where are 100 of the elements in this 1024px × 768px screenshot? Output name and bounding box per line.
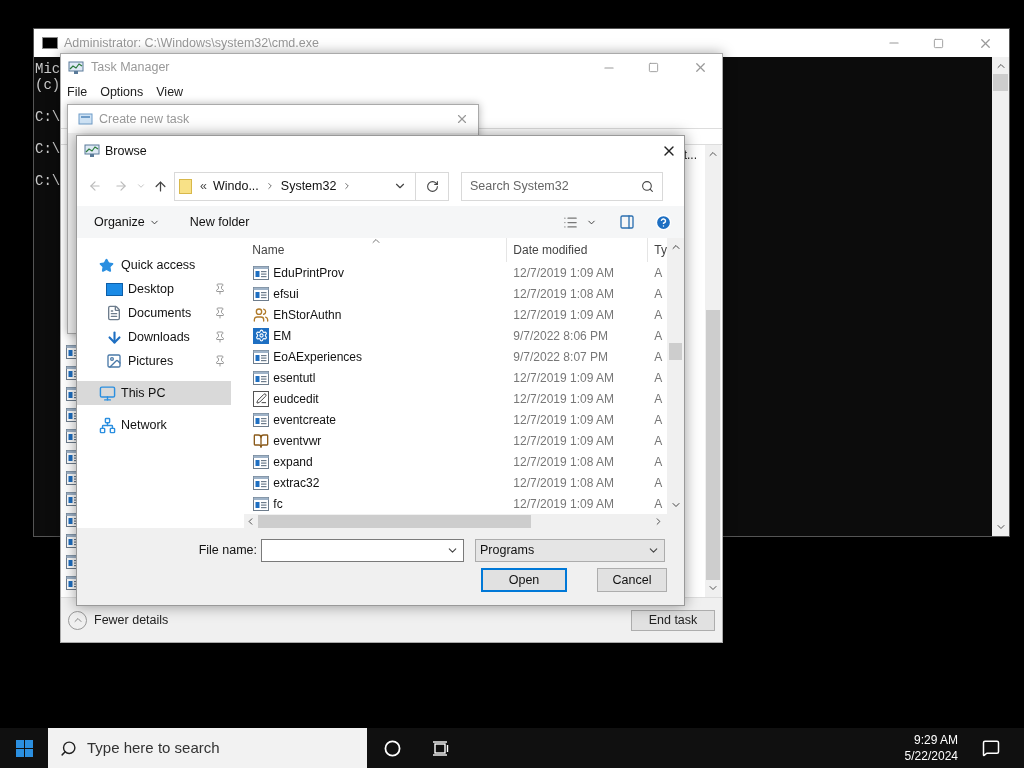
file-type-dropdown[interactable]: Programs (475, 539, 665, 562)
refresh-icon (425, 179, 439, 193)
breadcrumb-item[interactable]: System32 (280, 176, 337, 196)
notification-icon[interactable] (982, 739, 1000, 757)
fewer-details-link[interactable]: Fewer details (94, 610, 169, 630)
file-row[interactable]: eudcedit 12/7/2019 1:09 AM A (244, 388, 667, 409)
file-row[interactable]: extrac32 12/7/2019 1:08 AM A (244, 472, 667, 493)
scrollbar[interactable] (244, 514, 684, 528)
nav-item[interactable]: Documents (77, 301, 231, 325)
file-name: eudcedit (273, 390, 319, 408)
program-icon (253, 496, 270, 511)
file-date: 12/7/2019 1:09 AM (512, 306, 616, 324)
column-header[interactable]: Name (244, 241, 507, 259)
file-type: A (653, 495, 663, 513)
console-line: C:\ (35, 141, 61, 157)
column-header[interactable]: Ty (648, 241, 667, 259)
file-date: 12/7/2019 1:08 AM (512, 453, 616, 471)
scroll-thumb[interactable] (669, 343, 682, 360)
file-row[interactable]: fc 12/7/2019 1:09 AM A (244, 493, 667, 514)
file-name: EM (273, 327, 292, 345)
file-row[interactable]: esentutl 12/7/2019 1:09 AM A (244, 367, 667, 388)
menu-item[interactable]: View (156, 82, 184, 102)
windows-logo-icon[interactable] (16, 739, 33, 757)
file-name-label: File name: (197, 542, 258, 560)
dialog-button[interactable]: Cancel (597, 568, 667, 592)
task-view-icon[interactable] (432, 740, 449, 756)
file-row[interactable]: expand 12/7/2019 1:08 AM A (244, 451, 667, 472)
menu-item[interactable]: File (67, 82, 88, 102)
task-manager-icon (68, 60, 84, 75)
file-type: A (653, 411, 663, 429)
window-title: Administrator: C:\Windows\system32\cmd.exe (64, 34, 319, 52)
file-row[interactable]: EM 9/7/2022 8:06 PM A (244, 325, 667, 346)
view-options-icon[interactable] (563, 214, 578, 230)
forward-icon[interactable] (114, 179, 128, 193)
file-name: efsui (273, 285, 299, 303)
gear-icon (253, 327, 270, 344)
nav-item[interactable]: Desktop (77, 277, 231, 301)
column-header[interactable]: Date modified (507, 241, 648, 259)
recent-locations-icon[interactable] (136, 181, 146, 191)
nav-item[interactable]: Quick access (77, 253, 231, 277)
scroll-thumb[interactable] (706, 310, 720, 580)
file-name-field[interactable] (261, 539, 464, 562)
task-manager-icon (84, 144, 100, 158)
up-icon[interactable] (153, 178, 168, 194)
organize-button[interactable]: Organize (94, 212, 160, 232)
scroll-thumb[interactable] (258, 514, 532, 528)
console-line: Mic (35, 61, 61, 77)
clock-date[interactable]: 5/22/2024 (904, 748, 958, 764)
refresh-button[interactable] (416, 171, 449, 201)
scrollbar[interactable] (705, 145, 721, 597)
breadcrumb-item[interactable]: Windo... (212, 176, 259, 196)
file-type: A (653, 390, 663, 408)
clock-time[interactable]: 9:29 AM (913, 732, 958, 748)
file-row[interactable]: EoAExperiences 9/7/2022 8:07 PM A (244, 346, 667, 367)
file-type: A (653, 453, 663, 471)
scrollbar[interactable] (667, 238, 684, 514)
maximize-icon[interactable] (648, 62, 659, 73)
search-field[interactable]: Search System32 (461, 171, 663, 201)
desktop-icon (106, 282, 123, 296)
file-date: 9/7/2022 8:07 PM (512, 348, 610, 366)
taskbar-search-field[interactable]: Type here to search (48, 728, 367, 768)
back-icon[interactable] (88, 179, 102, 193)
file-date: 12/7/2019 1:09 AM (512, 264, 616, 282)
window-title: Browse (105, 142, 147, 160)
file-row[interactable]: eventcreate 12/7/2019 1:09 AM A (244, 409, 667, 430)
address-bar[interactable]: « Windo... System32 (174, 171, 416, 201)
preview-pane-icon[interactable] (619, 214, 635, 230)
console-line: C:\ (35, 173, 61, 189)
file-date: 12/7/2019 1:08 AM (512, 285, 616, 303)
file-date: 12/7/2019 1:09 AM (512, 369, 616, 387)
maximize-icon[interactable] (933, 37, 944, 49)
file-type: A (653, 432, 663, 450)
console-line: C:\ (35, 109, 61, 125)
scrollbar[interactable] (992, 57, 1009, 536)
window-title: Task Manager (91, 59, 170, 77)
dialog-button[interactable]: Open (481, 568, 567, 592)
file-name: fc (273, 495, 283, 513)
pin-icon (214, 331, 226, 343)
people-icon (253, 306, 270, 323)
file-row[interactable]: efsui 12/7/2019 1:08 AM A (244, 283, 667, 304)
file-date: 12/7/2019 1:09 AM (512, 432, 616, 450)
file-row[interactable]: eventvwr 12/7/2019 1:09 AM A (244, 430, 667, 451)
program-icon (253, 454, 270, 469)
file-type: A (653, 264, 663, 282)
nav-item[interactable]: This PC (77, 381, 231, 405)
end-task-button[interactable]: End task (631, 609, 715, 631)
file-type: A (653, 285, 663, 303)
nav-item[interactable]: Downloads (77, 325, 231, 349)
nav-item[interactable]: Pictures (77, 349, 231, 373)
overflow-chevron[interactable]: « (200, 176, 207, 196)
file-row[interactable]: EhStorAuthn 12/7/2019 1:09 AM A (244, 304, 667, 325)
search-icon (60, 739, 77, 757)
new-folder-button[interactable]: New folder (189, 212, 250, 232)
file-row[interactable]: EduPrintProv 12/7/2019 1:09 AM A (244, 262, 667, 283)
menu-item[interactable]: Options (100, 82, 144, 102)
scroll-thumb[interactable] (993, 74, 1008, 91)
pin-icon (214, 355, 226, 367)
cortana-icon[interactable] (384, 739, 401, 757)
nav-item[interactable]: Network (77, 413, 231, 437)
help-icon[interactable] (655, 213, 672, 231)
